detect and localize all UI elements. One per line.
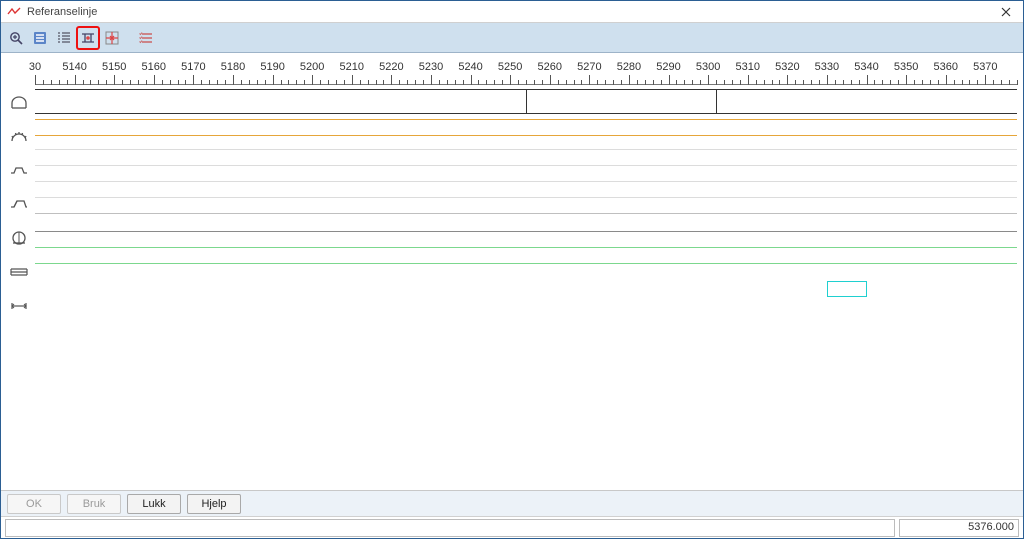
ruler-label: 5180 (221, 61, 245, 73)
profile2-icon[interactable] (9, 195, 29, 213)
ruler: 3051405150516051705180519052005210522052… (35, 55, 1017, 85)
ruler-label: 5350 (894, 61, 918, 73)
ruler-label: 5310 (735, 61, 759, 73)
gear-icon[interactable] (9, 127, 29, 145)
ruler-label: 5240 (458, 61, 482, 73)
ruler-label: 5250 (498, 61, 522, 73)
close-button-bottom[interactable]: Lukk (127, 494, 181, 514)
status-bar: 5376.000 (1, 516, 1023, 538)
ruler-label: 5320 (775, 61, 799, 73)
window-frame: Referanselinje 30 5140 5150 5160 5170 5180 519… (0, 0, 1024, 539)
ruler-label: 5360 (933, 61, 957, 73)
lines-button[interactable] (29, 27, 51, 49)
list-button[interactable] (53, 27, 75, 49)
app-logo-icon (7, 6, 21, 18)
ruler-label: 5330 (815, 61, 839, 73)
status-value: 5376.000 (899, 519, 1019, 537)
status-left (5, 519, 895, 537)
track-line (35, 247, 1017, 248)
track-line (35, 213, 1017, 214)
help-button[interactable]: Hjelp (187, 494, 241, 514)
ruler-label: 5260 (538, 61, 562, 73)
zoom-extents-button[interactable] (5, 27, 27, 49)
ok-button: OK (7, 494, 61, 514)
toolbar (1, 23, 1023, 53)
selection-box[interactable] (827, 281, 867, 297)
lane-edit-button[interactable] (77, 27, 99, 49)
crosshair-button[interactable] (101, 27, 123, 49)
track-area[interactable] (35, 89, 1017, 490)
checklist-button[interactable] (135, 27, 157, 49)
segment-divider (526, 89, 527, 113)
title-bar: Referanselinje (1, 1, 1023, 23)
ruler-label: 5270 (577, 61, 601, 73)
ruler-label: 5300 (696, 61, 720, 73)
ruler-label: 5290 (656, 61, 680, 73)
track-line (35, 181, 1017, 182)
tunnel-icon[interactable] (9, 93, 29, 111)
ruler-label: 5200 (300, 61, 324, 73)
apply-button: Bruk (67, 494, 121, 514)
ruler-label: 5160 (142, 61, 166, 73)
ruler-label: 5140 (62, 61, 86, 73)
track-line (35, 149, 1017, 150)
track-line (35, 231, 1017, 232)
circle-cross-icon[interactable] (9, 229, 29, 247)
segment-divider (716, 89, 717, 113)
ruler-label: 5230 (419, 61, 443, 73)
layers-icon[interactable] (9, 263, 29, 281)
track-line (35, 119, 1017, 120)
left-tool-strip (1, 89, 35, 490)
ruler-label: 5220 (379, 61, 403, 73)
ruler-label: 5280 (617, 61, 641, 73)
ruler-label: 5150 (102, 61, 126, 73)
ruler-label: 5370 (973, 61, 997, 73)
track-line (35, 165, 1017, 166)
ruler-label: 5170 (181, 61, 205, 73)
content-area: 30 5140 5150 5160 5170 5180 5190 5200 5210 5220 52… (1, 53, 1023, 490)
bottom-bar: OK Bruk Lukk Hjelp (1, 490, 1023, 516)
ruler-label: 5340 (854, 61, 878, 73)
track-line (35, 197, 1017, 198)
ruler-label: 5190 (260, 61, 284, 73)
window-title: Referanselinje (27, 6, 97, 18)
track-line (35, 113, 1017, 114)
width-icon[interactable] (9, 297, 29, 315)
close-button[interactable] (989, 1, 1023, 23)
track-line (35, 135, 1017, 136)
ruler-label: 30 (29, 61, 41, 73)
ruler-label: 5210 (340, 61, 364, 73)
track-line (35, 263, 1017, 264)
profile1-icon[interactable] (9, 161, 29, 179)
